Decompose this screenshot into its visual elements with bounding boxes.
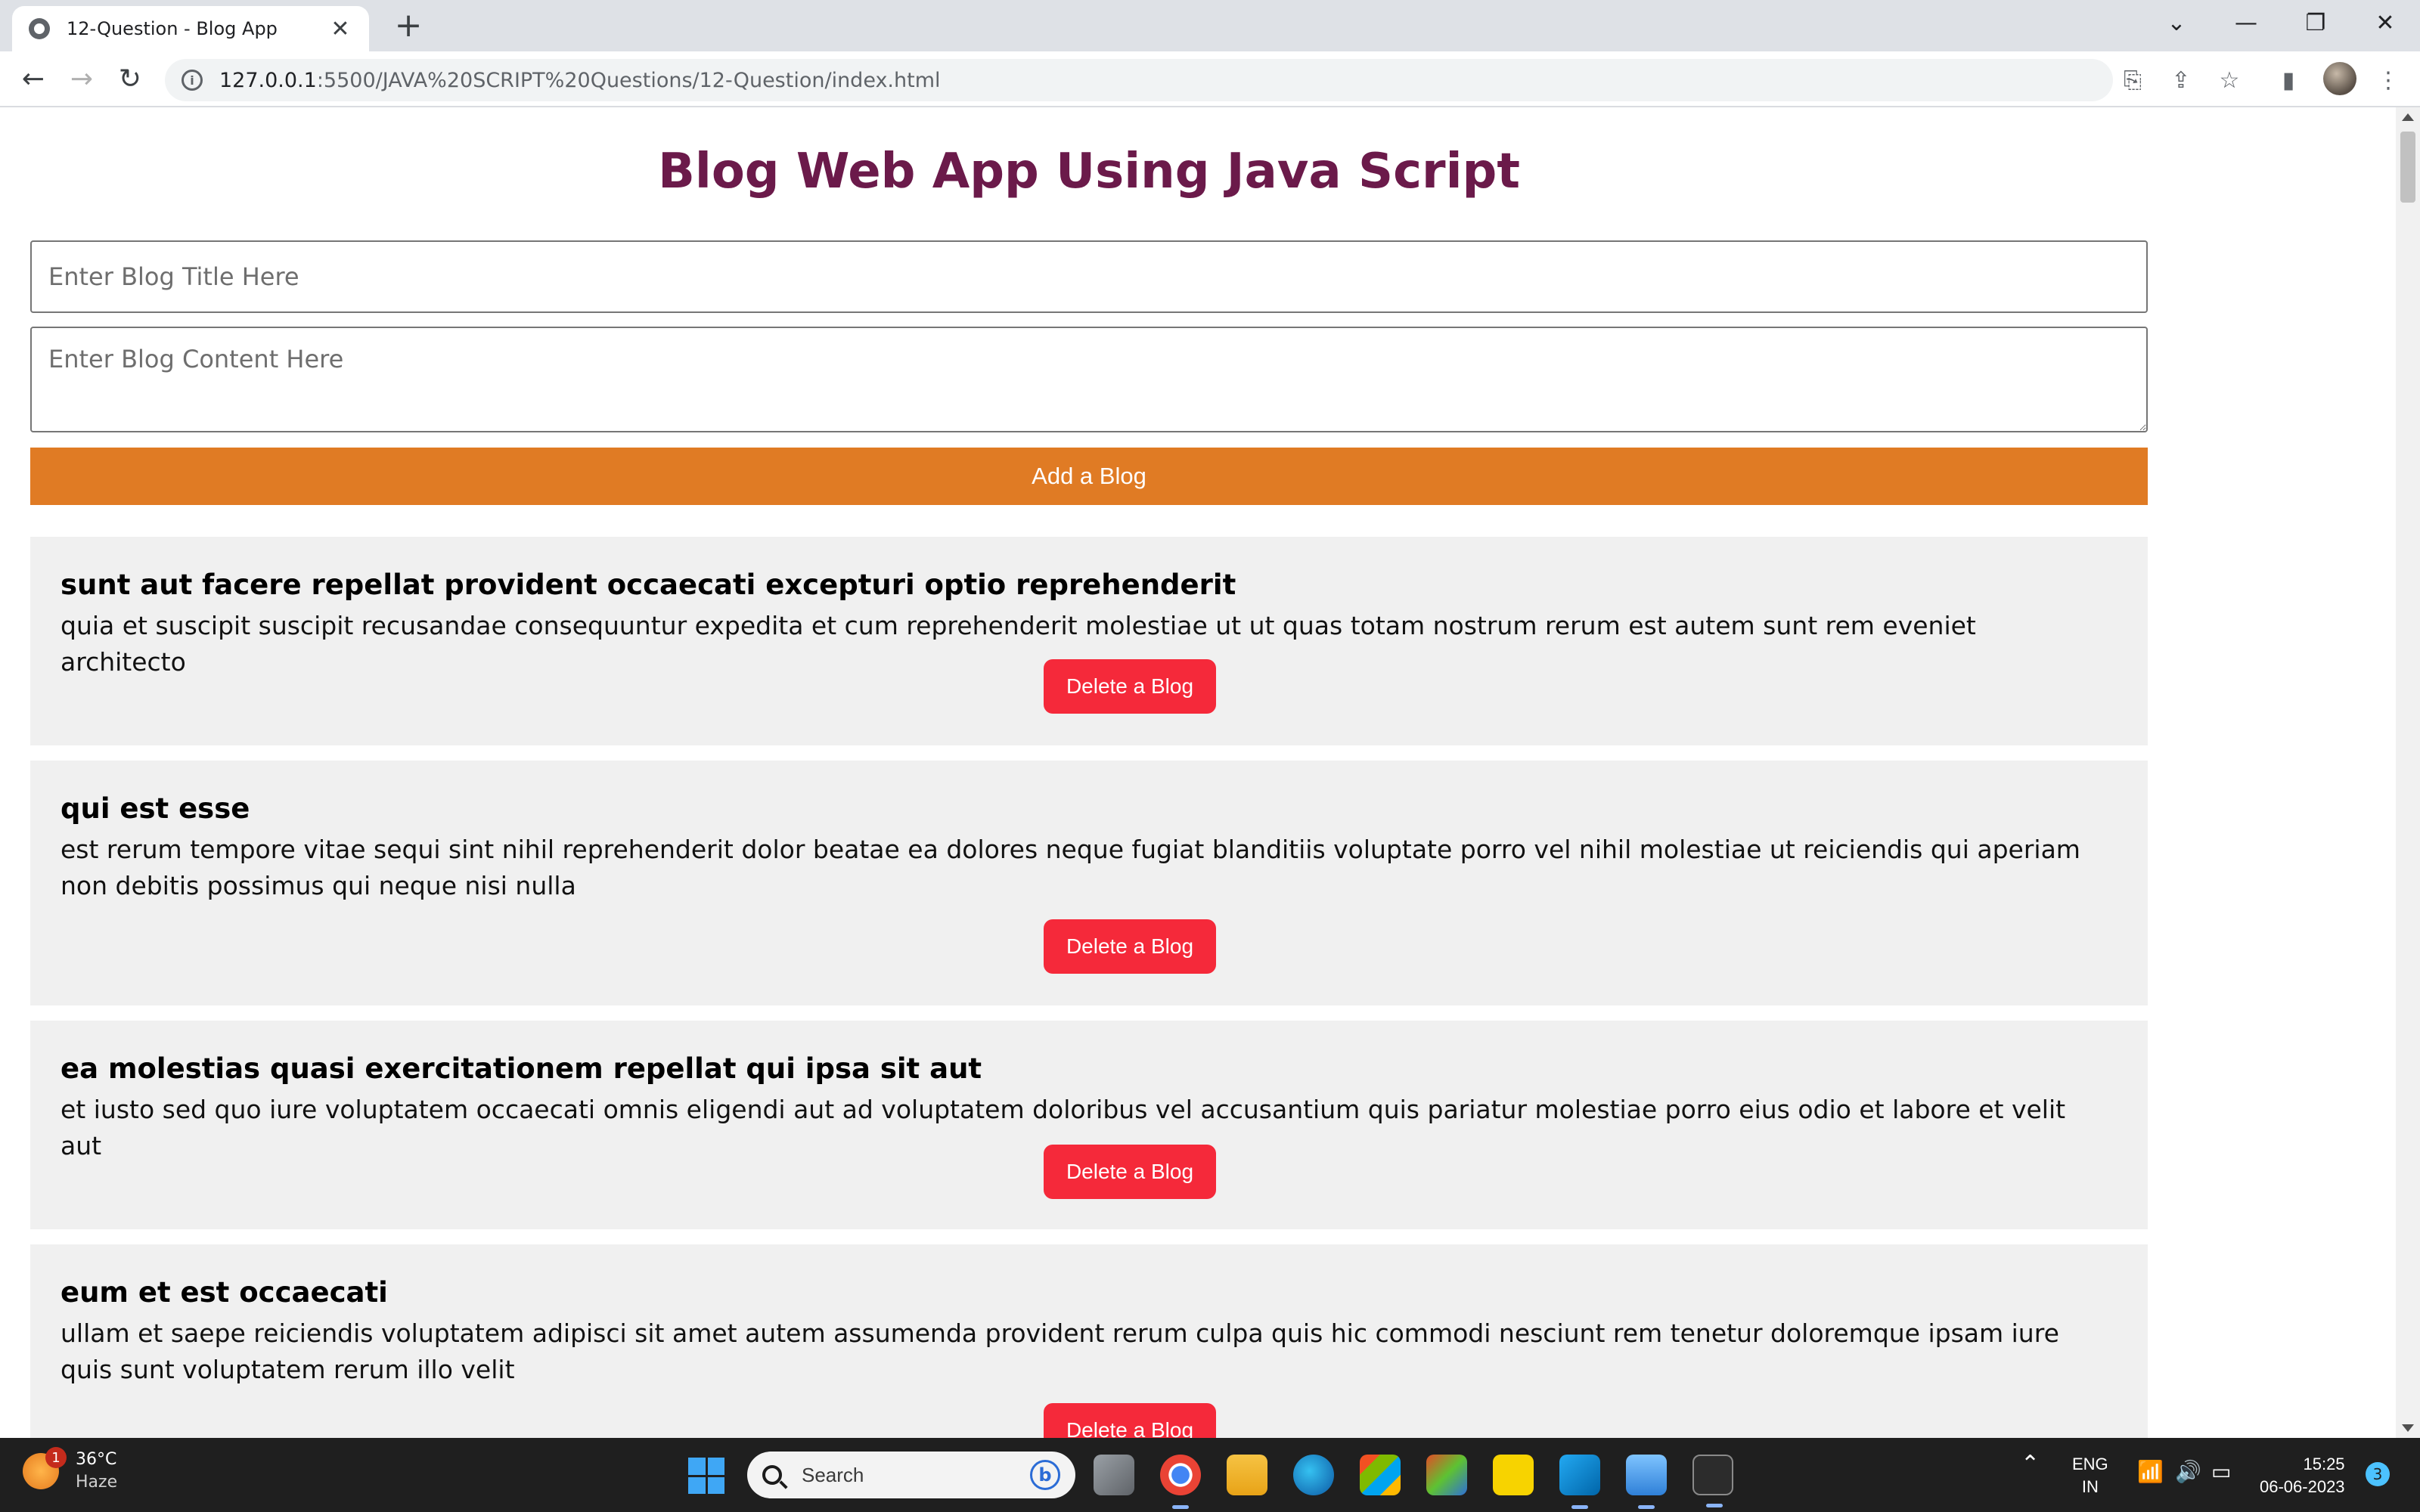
blog-title: eum et est occaecati (60, 1276, 388, 1309)
browser-tab[interactable]: 12-Question - Blog App ✕ (12, 6, 369, 51)
profile-avatar[interactable] (2323, 62, 2356, 95)
weather-condition: Haze (76, 1473, 118, 1492)
wifi-icon[interactable]: 📶 (2137, 1461, 2164, 1483)
taskbar-search-label: Search (802, 1463, 864, 1486)
notepad-icon[interactable] (1626, 1455, 1667, 1509)
page-viewport: Blog Web App Using Java Script Add a Blo… (0, 107, 2396, 1438)
blog-card: eum et est occaecati ullam et saepe reic… (30, 1244, 2148, 1438)
vscode-icon[interactable] (1559, 1455, 1600, 1509)
page-scrollbar[interactable] (2396, 107, 2420, 1438)
taskbar: 1 36°C Haze Search b ⌃ ENG IN 📶 🔊 ▭ 15:2… (0, 1438, 2420, 1512)
browser-tab-bar: 12-Question - Blog App ✕ + ⌄ — ❐ ✕ (0, 0, 2420, 51)
blog-content-input[interactable] (30, 327, 2148, 432)
restore-icon[interactable]: ❐ (2281, 0, 2350, 45)
add-blog-button[interactable]: Add a Blog (30, 448, 2148, 505)
tab-search-icon[interactable]: ⌄ (2142, 0, 2211, 45)
side-panel-icon[interactable]: ▮ (2270, 62, 2307, 98)
region-code: IN (2081, 1477, 2099, 1496)
page-title: Blog Web App Using Java Script (658, 144, 1520, 200)
browser-toolbar: ← → ↻ i 127.0.0.1:5500/JAVA%20SCRIPT%20Q… (0, 51, 2420, 107)
weather-widget[interactable]: 1 36°C Haze (23, 1447, 118, 1494)
blog-body: est rerum tempore vitae sequi sint nihil… (60, 835, 2080, 900)
start-icon[interactable] (688, 1458, 724, 1494)
forward-icon[interactable]: → (62, 59, 101, 98)
delete-blog-button[interactable]: Delete a Blog (1044, 919, 1216, 974)
blog-title: sunt aut facere repellat provident occae… (60, 569, 1236, 601)
menu-kebab-icon[interactable]: ⋮ (2370, 62, 2406, 98)
edge-icon[interactable] (1293, 1455, 1334, 1495)
delete-blog-button[interactable]: Delete a Blog (1044, 1145, 1216, 1199)
notification-badge[interactable]: 3 (2366, 1462, 2390, 1486)
clock-time: 15:25 (2303, 1455, 2345, 1473)
info-icon[interactable]: i (182, 70, 203, 91)
language-code: ENG (2072, 1455, 2108, 1473)
scrollbar-thumb[interactable] (2400, 132, 2415, 203)
globe-icon (29, 18, 50, 39)
search-icon (762, 1465, 782, 1485)
terminal-icon[interactable] (1692, 1455, 1733, 1507)
close-window-icon[interactable]: ✕ (2350, 0, 2420, 45)
weather-icon: 1 (23, 1447, 67, 1489)
delete-blog-button[interactable]: Delete a Blog (1044, 1403, 1216, 1438)
blog-card: sunt aut facere repellat provident occae… (30, 537, 2148, 745)
bookmark-star-icon[interactable]: ☆ (2211, 62, 2248, 98)
minimize-icon[interactable]: — (2211, 0, 2281, 45)
task-view-icon[interactable] (1094, 1455, 1134, 1495)
file-explorer-icon[interactable] (1227, 1455, 1267, 1495)
blog-body: ullam et saepe reiciendis voluptatem adi… (60, 1318, 2059, 1384)
clock[interactable]: 15:25 06-06-2023 (2260, 1453, 2345, 1498)
url-text[interactable]: 127.0.0.1:5500/JAVA%20SCRIPT%20Questions… (219, 69, 941, 92)
share-icon[interactable]: ⇪ (2163, 62, 2199, 98)
battery-icon[interactable]: ▭ (2211, 1461, 2231, 1483)
taskbar-search[interactable]: Search b (747, 1452, 1075, 1498)
blog-card: qui est esse est rerum tempore vitae seq… (30, 761, 2148, 1005)
translate-icon[interactable]: ⎘ (2114, 62, 2151, 98)
tab-title: 12-Question - Blog App (67, 18, 278, 39)
store-icon[interactable] (1360, 1455, 1401, 1495)
bing-icon[interactable]: b (1030, 1460, 1060, 1490)
delete-blog-button[interactable]: Delete a Blog (1044, 659, 1216, 714)
address-bar[interactable]: i 127.0.0.1:5500/JAVA%20SCRIPT%20Questio… (165, 59, 2113, 101)
git-icon[interactable] (1426, 1455, 1467, 1495)
chrome-icon[interactable] (1160, 1455, 1201, 1509)
blog-title: qui est esse (60, 792, 250, 825)
blog-title: ea molestias quasi exercitationem repell… (60, 1052, 982, 1085)
reload-icon[interactable]: ↻ (110, 59, 150, 98)
back-icon[interactable]: ← (14, 59, 53, 98)
tab-close-icon[interactable]: ✕ (328, 16, 352, 42)
new-tab-button[interactable]: + (390, 8, 427, 44)
scroll-down-arrow-icon[interactable] (2402, 1424, 2414, 1432)
blog-title-input[interactable] (30, 240, 2148, 313)
sticky-notes-icon[interactable] (1493, 1455, 1534, 1495)
weather-badge: 1 (45, 1447, 67, 1468)
scroll-up-arrow-icon[interactable] (2402, 113, 2414, 121)
volume-icon[interactable]: 🔊 (2175, 1461, 2201, 1483)
language-indicator[interactable]: ENG IN (2072, 1453, 2108, 1498)
blog-card: ea molestias quasi exercitationem repell… (30, 1021, 2148, 1229)
weather-temp: 36°C (76, 1450, 117, 1469)
clock-date: 06-06-2023 (2260, 1477, 2345, 1496)
show-hidden-icons-icon[interactable]: ⌃ (2021, 1453, 2040, 1476)
